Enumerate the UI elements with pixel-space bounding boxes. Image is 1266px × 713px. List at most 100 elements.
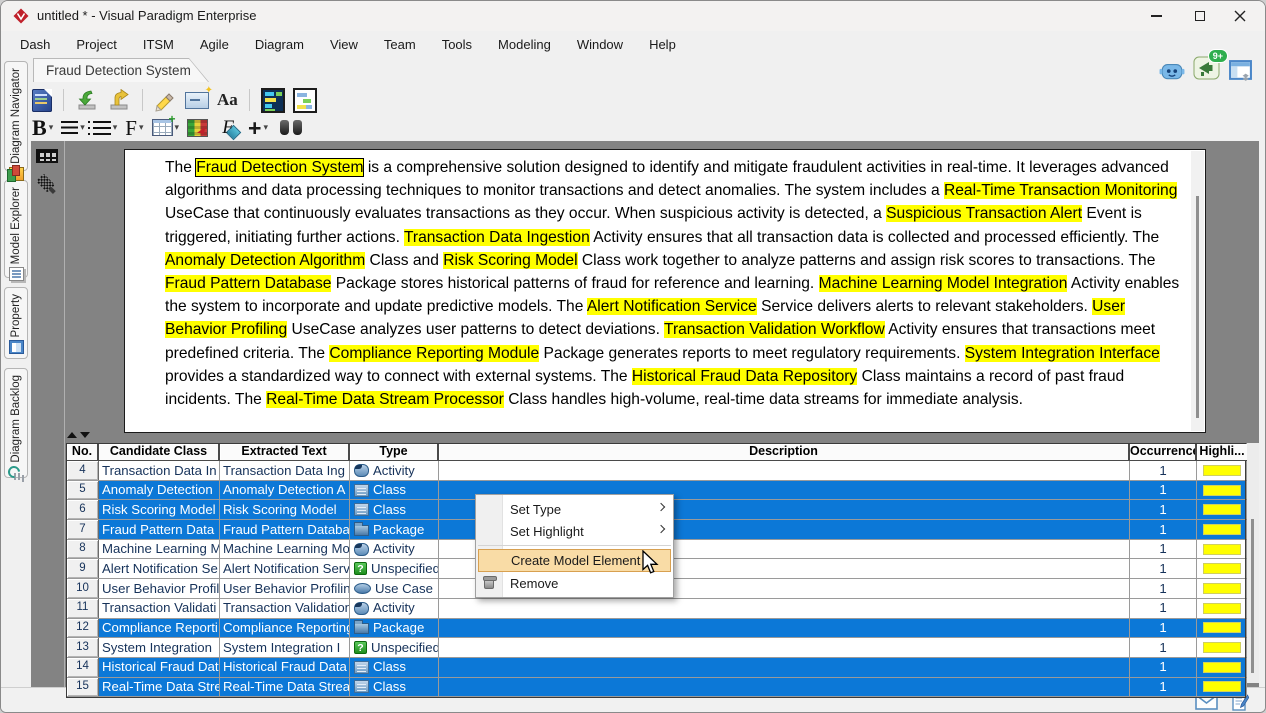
scrollbar-thumb[interactable] <box>1196 196 1199 418</box>
cell-description[interactable] <box>439 461 1130 480</box>
cell-highlight[interactable] <box>1197 481 1247 500</box>
column-header-candidate-class[interactable]: Candidate Class <box>99 444 220 461</box>
cell-type[interactable]: Use Case <box>350 579 439 598</box>
highlight-chip[interactable] <box>1203 504 1241 515</box>
cell-no[interactable]: 6 <box>67 500 99 519</box>
cell-extracted[interactable]: System Integration I <box>220 638 350 657</box>
cell-occurrence[interactable]: 1 <box>1130 461 1197 480</box>
cell-type[interactable]: Unspecified <box>350 559 439 578</box>
cell-extracted[interactable]: Compliance Reporting <box>220 619 350 638</box>
cell-occurrence[interactable]: 1 <box>1130 599 1197 618</box>
highlight-term[interactable]: Risk Scoring Model <box>443 252 577 269</box>
cell-type[interactable]: Package <box>350 619 439 638</box>
font-style-button[interactable]: Aa <box>216 89 239 111</box>
cell-highlight[interactable] <box>1197 559 1247 578</box>
cell-extracted[interactable]: Alert Notification Serv <box>220 559 350 578</box>
cell-no[interactable]: 13 <box>67 638 99 657</box>
highlight-chip[interactable] <box>1203 603 1241 614</box>
highlighter-button[interactable] <box>153 88 178 113</box>
cell-extracted[interactable]: User Behavior Profilin <box>220 579 350 598</box>
cell-candidate[interactable]: Historical Fraud Dat <box>99 658 220 677</box>
analysis-view-button[interactable] <box>260 87 286 114</box>
menu-team[interactable]: Team <box>371 34 429 55</box>
alignment-button[interactable] <box>60 120 86 135</box>
cell-no[interactable]: 5 <box>67 481 99 500</box>
highlight-chip[interactable] <box>1203 563 1241 574</box>
cell-occurrence[interactable]: 1 <box>1130 500 1197 519</box>
table-row[interactable]: 11Transaction ValidatiTransaction Valida… <box>67 599 1245 619</box>
highlight-term[interactable]: System Integration Interface <box>965 345 1160 362</box>
cell-type[interactable]: Package <box>350 520 439 539</box>
highlight-term[interactable]: Fraud Pattern Database <box>165 275 331 292</box>
column-header-type[interactable]: Type <box>350 444 439 461</box>
highlight-term[interactable]: Machine Learning Model Integration <box>819 275 1068 292</box>
announcements-button[interactable]: 9+ <box>1193 55 1220 85</box>
context-menu-item-set-highlight[interactable]: Set Highlight <box>476 520 673 542</box>
table-scrollbar-thumb[interactable] <box>1251 519 1254 673</box>
cell-candidate[interactable]: Anomaly Detection <box>99 481 220 500</box>
cell-occurrence[interactable]: 1 <box>1130 678 1197 697</box>
maximize-button[interactable] <box>1183 4 1217 28</box>
cell-highlight[interactable] <box>1197 658 1247 677</box>
sidebar-tab-property[interactable]: Property <box>4 287 28 359</box>
menu-window[interactable]: Window <box>564 34 636 55</box>
cell-no[interactable]: 4 <box>67 461 99 480</box>
cell-candidate[interactable]: Real-Time Data Stre <box>99 678 220 697</box>
new-candidate-window-button[interactable] <box>184 91 210 110</box>
cell-highlight[interactable] <box>1197 619 1247 638</box>
table-row[interactable]: 4Transaction Data InTransaction Data Ing… <box>67 461 1245 481</box>
menu-view[interactable]: View <box>317 34 371 55</box>
cell-highlight[interactable] <box>1197 579 1247 598</box>
highlight-term[interactable]: Transaction Data Ingestion <box>404 229 590 246</box>
highlight-chip[interactable] <box>1203 642 1241 653</box>
candidate-view-button[interactable] <box>292 87 318 114</box>
font-button[interactable]: F <box>124 117 144 139</box>
cell-description[interactable] <box>439 599 1130 618</box>
cell-no[interactable]: 9 <box>67 559 99 578</box>
cell-description[interactable] <box>439 638 1130 657</box>
cell-highlight[interactable] <box>1197 461 1247 480</box>
selected-highlight-term[interactable]: Fraud Detection System <box>196 159 363 176</box>
splitter-toggle[interactable] <box>67 432 90 438</box>
sidebar-tab-diagram-backlog[interactable]: Diagram Backlog <box>4 368 28 478</box>
import-button[interactable] <box>74 88 100 113</box>
highlight-term[interactable]: Transaction Validation Workflow <box>664 321 885 338</box>
highlight-chip[interactable] <box>1203 622 1241 633</box>
cell-candidate[interactable]: Risk Scoring Model <box>99 500 220 519</box>
highlight-chip[interactable] <box>1203 465 1241 476</box>
menu-modeling[interactable]: Modeling <box>485 34 564 55</box>
bold-button[interactable]: B <box>31 117 54 139</box>
color-palette-button[interactable] <box>186 118 209 138</box>
highlight-chip[interactable] <box>1203 485 1241 496</box>
cell-extracted[interactable]: Historical Fraud Data <box>220 658 350 677</box>
cell-extracted[interactable]: Transaction Validation <box>220 599 350 618</box>
cell-no[interactable]: 12 <box>67 619 99 638</box>
cell-highlight[interactable] <box>1197 638 1247 657</box>
cell-occurrence[interactable]: 1 <box>1130 559 1197 578</box>
cell-no[interactable]: 8 <box>67 540 99 559</box>
cell-highlight[interactable] <box>1197 500 1247 519</box>
cell-candidate[interactable]: User Behavior Profil <box>99 579 220 598</box>
highlight-chip[interactable] <box>1203 583 1241 594</box>
text-analysis-panel[interactable]: The Fraud Detection System is a comprehe… <box>124 149 1206 433</box>
list-button[interactable] <box>92 120 119 136</box>
highlight-term[interactable]: Real-Time Transaction Monitoring <box>944 182 1177 199</box>
menu-agile[interactable]: Agile <box>187 34 242 55</box>
cell-type[interactable]: Activity <box>350 599 439 618</box>
highlight-term[interactable]: Suspicious Transaction Alert <box>886 205 1082 222</box>
sidebar-tab-model-explorer[interactable]: Model Explorer <box>4 180 28 278</box>
cell-description[interactable] <box>439 678 1130 697</box>
highlight-chip[interactable] <box>1203 681 1241 692</box>
table-scrollbar[interactable] <box>1247 443 1259 683</box>
cell-extracted[interactable]: Transaction Data Ing <box>220 461 350 480</box>
insert-table-button[interactable] <box>151 118 181 137</box>
menu-diagram[interactable]: Diagram <box>242 34 317 55</box>
cell-candidate[interactable]: Machine Learning M <box>99 540 220 559</box>
cell-no[interactable]: 10 <box>67 579 99 598</box>
cell-extracted[interactable]: Anomaly Detection A <box>220 481 350 500</box>
table-row[interactable]: 12Compliance ReportiCompliance Reporting… <box>67 619 1245 639</box>
cell-extracted[interactable]: Risk Scoring Model <box>220 500 350 519</box>
cell-occurrence[interactable]: 1 <box>1130 638 1197 657</box>
column-header-extracted-text[interactable]: Extracted Text <box>220 444 350 461</box>
cell-occurrence[interactable]: 1 <box>1130 520 1197 539</box>
